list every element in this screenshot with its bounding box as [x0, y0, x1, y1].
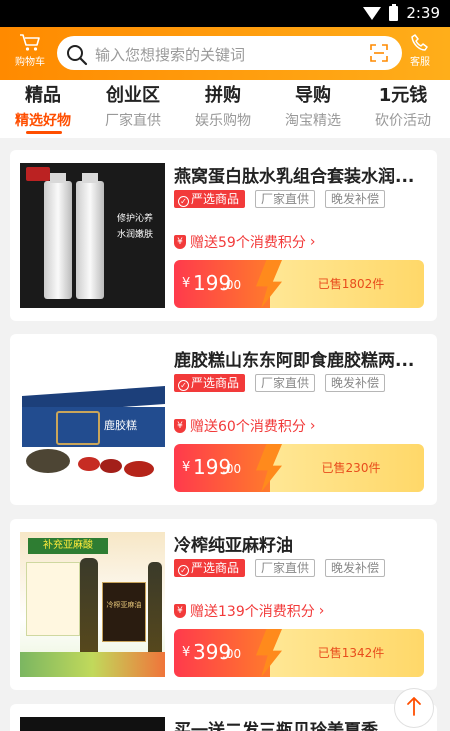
check-icon: ✓	[178, 380, 189, 391]
tag-selected: ✓ 严选商品	[174, 190, 246, 208]
product-card[interactable]: 鹿胶糕 鹿胶糕山东东阿即食鹿胶糕两... ✓ 严选商品 厂家直供 晚发补偿 ¥ 赠…	[10, 334, 437, 505]
image-caption: 鹿胶糕	[104, 419, 137, 432]
points-reward[interactable]: ¥ 赠送59个消费积分 ›	[174, 232, 315, 252]
tab-title: 精品	[25, 85, 61, 106]
customer-service-button[interactable]: 客服	[398, 33, 442, 68]
service-label: 客服	[410, 57, 430, 68]
search-icon	[66, 44, 88, 70]
points-label: 赠送60个消费积分	[190, 419, 306, 435]
arrow-up-icon	[406, 696, 422, 720]
category-tabs: 精品 精选好物 创业区 厂家直供 拼购 娱乐购物 导购 淘宝精选 1元钱 砍价活…	[0, 80, 450, 138]
app-header: 购物车 输入您想搜索的关键词 客服	[0, 27, 450, 80]
scan-icon[interactable]	[370, 44, 388, 66]
chevron-right-icon: ›	[309, 418, 316, 434]
product-tags: ✓ 严选商品 厂家直供 晚发补偿	[174, 559, 386, 577]
check-icon: ✓	[178, 196, 189, 207]
tag-factory: 厂家直供	[255, 559, 316, 577]
tab-subtitle: 娱乐购物	[195, 113, 251, 129]
tab-jingpin[interactable]: 精品 精选好物	[0, 84, 88, 130]
cart-button[interactable]: 购物车	[8, 33, 52, 68]
product-image: 鹿胶糕	[20, 347, 165, 492]
yen-shield-icon: ¥	[174, 235, 186, 249]
price-decimal: .00	[222, 278, 242, 292]
currency: ¥	[182, 276, 191, 291]
status-bar: 2:39	[0, 0, 450, 27]
product-title: 鹿胶糕山东东阿即食鹿胶糕两...	[174, 351, 415, 371]
product-title: 冷榨纯亚麻籽油	[174, 536, 293, 556]
tab-subtitle: 厂家直供	[105, 113, 161, 129]
points-label: 赠送59个消费积分	[190, 235, 306, 251]
currency: ¥	[182, 460, 191, 475]
tab-subtitle: 精选好物	[15, 113, 71, 129]
currency: ¥	[182, 645, 191, 660]
tag-compensation: 晚发补偿	[325, 559, 386, 577]
tab-daogou[interactable]: 导购 淘宝精选	[268, 84, 358, 130]
search-placeholder: 输入您想搜索的关键词	[95, 46, 246, 64]
tag-factory: 厂家直供	[255, 190, 316, 208]
battery-icon	[389, 3, 399, 21]
image-caption: 水润嫩肤	[116, 230, 153, 240]
sold-count: 已售1802件	[317, 277, 385, 291]
back-to-top-button[interactable]	[394, 688, 434, 728]
tag-compensation: 晚发补偿	[325, 374, 386, 392]
price-section: ¥ 199 .00	[174, 444, 270, 492]
chevron-right-icon: ›	[309, 234, 316, 250]
sold-count: 已售1342件	[317, 646, 385, 660]
product-image	[20, 717, 165, 731]
wifi-icon	[363, 6, 382, 20]
active-tab-indicator	[26, 131, 62, 134]
tab-title: 导购	[295, 85, 331, 106]
tag-compensation: 晚发补偿	[325, 190, 386, 208]
tag-factory: 厂家直供	[255, 374, 316, 392]
cart-label: 购物车	[15, 57, 45, 68]
product-tags: ✓ 严选商品 厂家直供 晚发补偿	[174, 190, 386, 208]
product-card[interactable]: 补充亚麻酸 冷榨亚麻油 冷榨纯亚麻籽油 ✓ 严选商品 厂家直供 晚发补偿 ¥ 赠送…	[10, 519, 437, 690]
tab-title: 创业区	[106, 85, 160, 106]
product-image: 补充亚麻酸 冷榨亚麻油	[20, 532, 165, 677]
tab-subtitle: 砍价活动	[375, 113, 431, 129]
cart-icon	[8, 33, 52, 53]
price-bar[interactable]: ¥ 399 .00 已售1342件	[174, 629, 424, 677]
search-input[interactable]: 输入您想搜索的关键词	[57, 36, 402, 70]
tag-selected: ✓ 严选商品	[174, 559, 246, 577]
image-caption: 冷榨亚麻油	[106, 601, 142, 609]
check-icon: ✓	[178, 565, 189, 576]
tag-selected: ✓ 严选商品	[174, 374, 246, 392]
product-title: 买一送二发三瓶贝玲美夏季遮...	[174, 721, 396, 731]
product-card[interactable]: 买一送二发三瓶贝玲美夏季遮...	[10, 704, 437, 731]
product-title: 燕窝蛋白肽水乳组合套装水润...	[174, 167, 415, 187]
image-caption: 修护沁养	[116, 214, 153, 224]
image-caption: 补充亚麻酸	[28, 538, 108, 554]
product-tags: ✓ 严选商品 厂家直供 晚发补偿	[174, 374, 386, 392]
clock: 2:39	[406, 4, 440, 22]
product-image: 修护沁养 水润嫩肤	[20, 163, 165, 308]
tag-label: 严选商品	[191, 192, 240, 206]
tab-subtitle: 淘宝精选	[285, 113, 341, 129]
tab-yiyuan[interactable]: 1元钱 砍价活动	[358, 84, 448, 130]
points-reward[interactable]: ¥ 赠送139个消费积分 ›	[174, 601, 324, 621]
tab-title: 1元钱	[378, 85, 428, 106]
sold-count: 已售230件	[321, 461, 381, 475]
price-bar[interactable]: ¥ 199 .00 已售230件	[174, 444, 424, 492]
phone-icon	[398, 33, 442, 53]
price-section: ¥ 199 .00	[174, 260, 270, 308]
tag-label: 严选商品	[191, 561, 240, 575]
yen-shield-icon: ¥	[174, 604, 186, 618]
tag-label: 严选商品	[191, 376, 240, 390]
product-card[interactable]: 修护沁养 水润嫩肤 燕窝蛋白肽水乳组合套装水润... ✓ 严选商品 厂家直供 晚发…	[10, 150, 437, 321]
tab-title: 拼购	[205, 85, 241, 106]
price-decimal: .00	[222, 647, 242, 661]
chevron-right-icon: ›	[318, 603, 325, 619]
price-decimal: .00	[222, 462, 242, 476]
tab-pingou[interactable]: 拼购 娱乐购物	[178, 84, 268, 130]
price-section: ¥ 399 .00	[174, 629, 270, 677]
yen-shield-icon: ¥	[174, 419, 186, 433]
tab-chuangye[interactable]: 创业区 厂家直供	[88, 84, 178, 130]
price-bar[interactable]: ¥ 199 .00 已售1802件	[174, 260, 424, 308]
points-reward[interactable]: ¥ 赠送60个消费积分 ›	[174, 416, 315, 436]
points-label: 赠送139个消费积分	[190, 604, 315, 620]
